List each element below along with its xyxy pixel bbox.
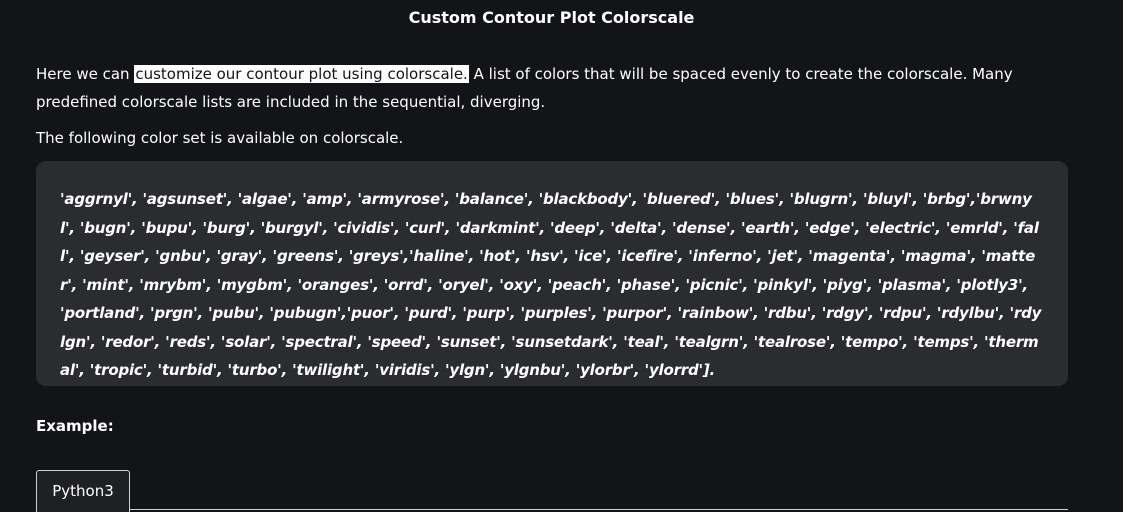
colorscale-list-text: 'aggrnyl', 'agsunset', 'algae', 'amp', '… <box>60 190 1042 379</box>
intro-text-before: Here we can <box>36 65 135 83</box>
article-title: Custom Contour Plot Colorscale <box>408 8 695 27</box>
tab-bar-divider <box>130 509 1068 510</box>
colorscale-list-block: 'aggrnyl', 'agsunset', 'algae', 'amp', '… <box>36 161 1068 386</box>
tab-python3[interactable]: Python3 <box>36 470 130 512</box>
colorset-intro-text: The following color set is available on … <box>36 129 404 147</box>
intro-highlighted-text: customize our contour plot using colorsc… <box>134 65 469 83</box>
intro-paragraph: Here we can customize our contour plot u… <box>36 60 1076 116</box>
example-heading: Example: <box>36 417 114 435</box>
